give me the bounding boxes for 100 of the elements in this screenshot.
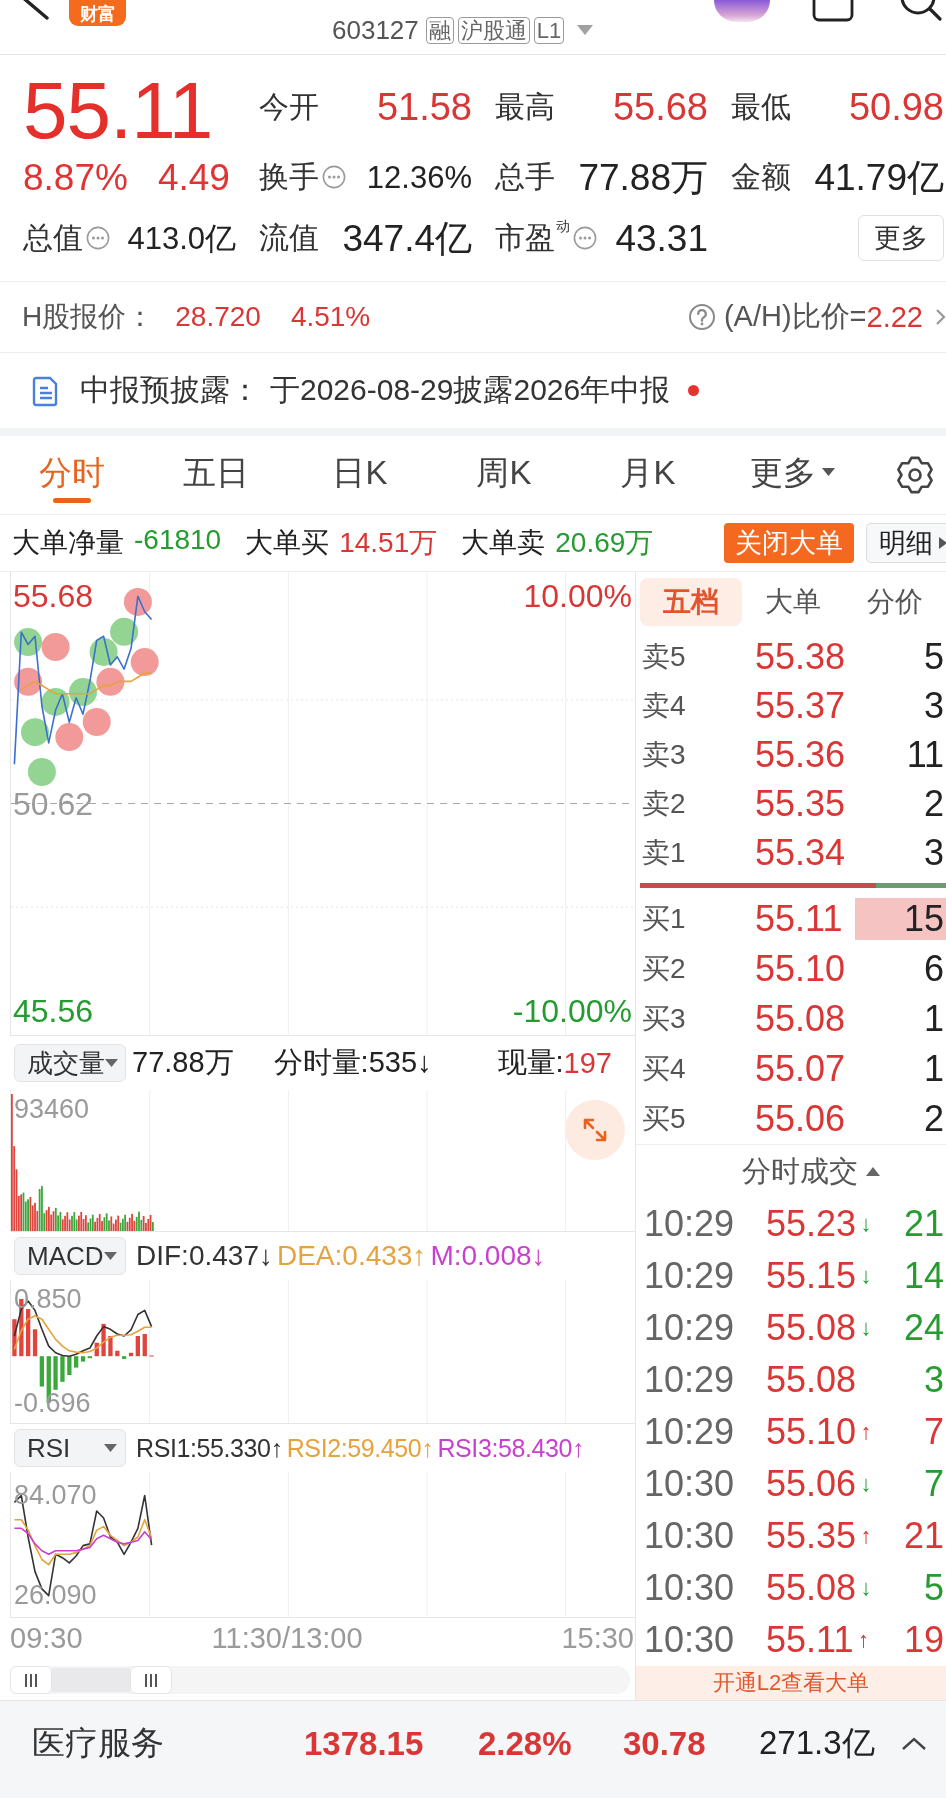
order-price: 55.35 bbox=[755, 785, 847, 822]
indicator-dropdown[interactable]: MACD bbox=[14, 1237, 126, 1275]
order-volume: 1 bbox=[922, 998, 945, 1040]
avatar-icon[interactable] bbox=[714, 0, 770, 22]
settings-icon[interactable] bbox=[895, 455, 935, 495]
trend-arrow: ↓ bbox=[860, 1317, 872, 1339]
range-handle[interactable] bbox=[10, 1666, 52, 1694]
order-price: 55.06 bbox=[755, 1101, 847, 1137]
change-amount: 4.49 bbox=[157, 158, 230, 196]
share-icon[interactable] bbox=[810, 0, 856, 22]
chart-tab[interactable]: 周K bbox=[474, 447, 534, 503]
trade-price: 55.11 bbox=[766, 1622, 854, 1658]
trade-time: 10:30 bbox=[644, 1570, 736, 1606]
order-volume: 1 bbox=[922, 1048, 945, 1090]
range-handle[interactable] bbox=[130, 1666, 172, 1694]
time-axis-label: 15:30 bbox=[561, 1624, 635, 1653]
chevron-up-icon[interactable] bbox=[900, 1735, 928, 1752]
app-logo: 财富 bbox=[69, 0, 126, 26]
trade-time: 10:29 bbox=[644, 1258, 736, 1294]
stat-label: 换手 bbox=[259, 159, 319, 195]
trade-volume: 21 bbox=[903, 1518, 945, 1554]
current-volume-label: 现量: bbox=[497, 1045, 564, 1080]
trade-volume: 3 bbox=[923, 1362, 945, 1398]
h-share-change: 4.51% bbox=[290, 301, 371, 333]
big-order-label: 大单净量 bbox=[12, 526, 124, 560]
sector-amount: 271.3亿 bbox=[759, 1723, 876, 1763]
detail-button[interactable]: 明细 bbox=[866, 523, 946, 563]
caret-icon[interactable] bbox=[866, 1167, 880, 1176]
big-order-label: 大单买 bbox=[245, 526, 330, 560]
stock-tag: L1 bbox=[533, 16, 565, 44]
sector-index: 1378.15 bbox=[304, 1724, 425, 1763]
caret-icon bbox=[104, 1444, 117, 1452]
order-price: 55.34 bbox=[755, 834, 847, 871]
stat-label: 最低 bbox=[731, 89, 791, 125]
order-level-label: 卖2 bbox=[641, 786, 687, 821]
order-volume: 5 bbox=[922, 635, 945, 678]
upper-change-label: 10.00% bbox=[523, 580, 632, 612]
trade-price: 55.08 bbox=[766, 1310, 857, 1346]
order-level-label: 买1 bbox=[641, 902, 687, 936]
trade-volume: 19 bbox=[903, 1622, 945, 1658]
trend-arrow: ↑ bbox=[857, 1629, 869, 1651]
previous-close-label: 50.62 bbox=[13, 787, 94, 820]
trade-volume: 5 bbox=[923, 1570, 945, 1606]
trade-volume: 24 bbox=[903, 1310, 945, 1346]
order-volume: 11 bbox=[905, 733, 945, 776]
chart-tab[interactable]: 更多 bbox=[747, 447, 837, 503]
trend-arrow: ↓ bbox=[860, 1265, 872, 1287]
stat-label: 最高 bbox=[495, 89, 555, 125]
trade-price: 55.08 bbox=[766, 1362, 857, 1398]
sector-name[interactable]: 医疗服务 bbox=[32, 1721, 304, 1766]
quote-tab[interactable]: 大单 bbox=[742, 578, 844, 626]
last-price: 55.11 bbox=[23, 71, 213, 151]
document-icon bbox=[32, 374, 60, 407]
trade-time: 10:29 bbox=[644, 1206, 736, 1242]
volume-axis-label: 93460 bbox=[14, 1096, 90, 1123]
stock-tag: 融 bbox=[425, 16, 454, 44]
order-level-label: 买3 bbox=[641, 1002, 687, 1036]
stat-value: 413.0亿 bbox=[127, 222, 236, 254]
ellipsis-circle-icon[interactable] bbox=[573, 226, 597, 250]
caret-icon bbox=[821, 468, 835, 476]
help-icon[interactable] bbox=[687, 303, 716, 331]
indicator-dropdown[interactable]: 成交量 bbox=[14, 1044, 126, 1082]
range-track[interactable] bbox=[10, 1666, 630, 1694]
h-share-price: 28.720 bbox=[175, 301, 261, 333]
indicator-reading: RSI2:59.450↑ bbox=[286, 1433, 434, 1463]
order-volume: 6 bbox=[922, 948, 945, 990]
notice-text[interactable]: 于2026-08-29披露2026年中报 bbox=[270, 370, 671, 411]
sector-change-percent: 2.28% bbox=[478, 1724, 573, 1763]
caret-icon bbox=[104, 1252, 117, 1260]
notice-title: 中报预披露： bbox=[80, 372, 260, 408]
order-price: 55.10 bbox=[755, 951, 847, 987]
more-button[interactable]: 更多 bbox=[858, 215, 944, 261]
expand-icon[interactable] bbox=[565, 1100, 625, 1160]
trade-volume: 21 bbox=[903, 1206, 945, 1242]
quote-tab[interactable]: 分价 bbox=[844, 578, 946, 626]
trade-time: 10:30 bbox=[644, 1518, 736, 1554]
order-volume: 3 bbox=[922, 684, 945, 727]
order-price: 55.11 bbox=[755, 901, 844, 937]
trade-price: 55.10 bbox=[766, 1414, 857, 1450]
chart-tab[interactable]: 五日 bbox=[181, 447, 251, 503]
stat-value: 55.68 bbox=[612, 88, 708, 126]
trend-arrow: ↑ bbox=[860, 1421, 872, 1443]
macd-axis-label: -0.696 bbox=[14, 1389, 91, 1417]
indicator-dropdown[interactable]: RSI bbox=[14, 1429, 126, 1467]
chart-tab[interactable]: 日K bbox=[330, 447, 390, 503]
stat-value: 41.79亿 bbox=[814, 158, 944, 196]
order-price: 55.08 bbox=[755, 1001, 847, 1037]
trade-volume: 7 bbox=[923, 1466, 945, 1502]
chart-tab[interactable]: 月K bbox=[618, 447, 678, 503]
grip-icon bbox=[24, 1673, 38, 1687]
ellipsis-circle-icon[interactable] bbox=[322, 165, 346, 189]
ah-ratio-value: 2.22 bbox=[866, 300, 923, 334]
rsi-axis-label: 26.090 bbox=[14, 1582, 97, 1610]
ellipsis-circle-icon[interactable] bbox=[86, 226, 110, 250]
caret-icon bbox=[105, 1059, 118, 1067]
trade-price: 55.35 bbox=[766, 1518, 857, 1554]
trades-title[interactable]: 分时成交 bbox=[742, 1151, 858, 1192]
time-axis-label: 11:30/13:00 bbox=[211, 1624, 363, 1653]
upper-price-label: 55.68 bbox=[13, 580, 94, 613]
caret-icon[interactable] bbox=[577, 25, 594, 35]
